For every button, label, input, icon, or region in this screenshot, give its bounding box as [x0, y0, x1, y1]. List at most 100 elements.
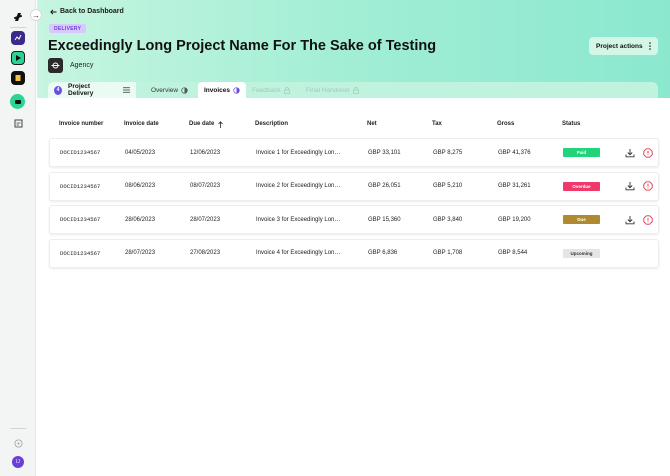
alert-octagon-icon — [643, 214, 653, 225]
sidebar-divider — [10, 27, 26, 28]
net-amount: GBP 26,051 — [368, 183, 401, 189]
invoice-number: DOCID1234567 — [60, 149, 101, 156]
tab-bar: 4 Project Delivery Overview Invoices Fee… — [48, 82, 658, 98]
invoice-date: 28/06/2023 — [125, 216, 156, 223]
invoice-date: 04/05/2023 — [125, 149, 156, 156]
description: Invoice 3 for Exceedingly Lon… — [256, 216, 341, 223]
invoice-number: DOCID1234567 — [60, 249, 101, 257]
lock-icon — [353, 86, 359, 94]
sort-ascending-icon — [218, 120, 224, 128]
status-badge: Upcoming — [563, 248, 600, 258]
alert-octagon-icon — [643, 181, 653, 191]
description: Invoice 4 for Exceedingly Lon… — [256, 250, 341, 256]
menu-icon — [122, 87, 130, 93]
column-header-invoice-number[interactable]: Invoice number — [59, 116, 103, 132]
sidebar-item-reports[interactable] — [11, 116, 25, 130]
table-row[interactable]: DOCID1234567 28/06/2023 28/07/2023 Invoi… — [49, 205, 659, 234]
gross-amount: GBP 19,200 — [498, 216, 531, 223]
description: Invoice 1 for Exceedingly Lon… — [256, 149, 341, 156]
due-date: 28/07/2023 — [190, 216, 221, 223]
sidebar: IJ — [0, 0, 36, 476]
invoice-date: 28/07/2023 — [125, 250, 156, 256]
arrow-left-icon — [50, 8, 57, 15]
column-header-gross[interactable]: Gross — [497, 116, 514, 132]
column-header-due-date[interactable]: Due date — [189, 116, 224, 132]
table-row[interactable]: DOCID1234567 04/05/2023 12/06/2023 Invoi… — [49, 138, 659, 167]
download-button[interactable] — [625, 139, 635, 166]
sidebar-divider — [10, 428, 26, 429]
sidebar-item-analytics[interactable] — [11, 31, 25, 45]
invoice-number: DOCID1234567 — [60, 216, 101, 223]
column-header-description[interactable]: Description — [255, 116, 288, 132]
tab-invoices[interactable]: Invoices — [198, 82, 247, 98]
dispute-button[interactable] — [643, 139, 653, 166]
tab-overview-label: Overview — [151, 86, 179, 94]
tax-amount: GBP 3,840 — [433, 216, 463, 223]
dispute-button[interactable] — [643, 173, 653, 200]
inbox-icon — [14, 99, 21, 104]
due-date-header-label: Due date — [189, 121, 215, 127]
phase-selector[interactable]: 4 Project Delivery — [48, 82, 136, 98]
table-row[interactable]: DOCID1234567 08/06/2023 08/07/2023 Invoi… — [49, 171, 659, 201]
collapse-sidebar-button[interactable]: → — [30, 9, 42, 21]
tab-final-handover: Final Handover — [300, 82, 365, 98]
gross-amount: GBP 41,376 — [498, 149, 531, 156]
gross-amount: GBP 8,544 — [498, 250, 528, 256]
agency-name: Agency — [70, 62, 94, 69]
back-to-dashboard-link[interactable]: Back to Dashboard — [50, 8, 124, 15]
app-logo-icon[interactable] — [11, 10, 25, 24]
report-icon — [14, 119, 22, 127]
project-actions-button[interactable]: Project actions — [589, 37, 658, 55]
column-header-invoice-date[interactable]: Invoice date — [124, 116, 159, 132]
chart-icon — [14, 34, 22, 41]
phase-label: Project Delivery — [68, 83, 94, 97]
due-date: 08/07/2023 — [190, 183, 221, 189]
page-title: Exceedingly Long Project Name For The Sa… — [48, 38, 437, 54]
status-cell: Overdue — [563, 173, 600, 200]
status-cell: Paid — [563, 139, 600, 166]
column-header-tax[interactable]: Tax — [432, 116, 442, 132]
column-header-net[interactable]: Net — [367, 116, 377, 132]
help-icon[interactable] — [11, 436, 25, 450]
tax-amount: GBP 5,210 — [433, 183, 463, 189]
table-row[interactable]: DOCID1234567 28/07/2023 27/08/2023 Invoi… — [49, 238, 659, 268]
dispute-button[interactable] — [643, 206, 653, 233]
download-button[interactable] — [625, 173, 635, 200]
description: Invoice 2 for Exceedingly Lon… — [256, 183, 341, 189]
sidebar-item-inbox[interactable] — [10, 94, 25, 109]
invoice-date: 08/06/2023 — [125, 183, 156, 189]
tax-amount: GBP 1,708 — [433, 250, 463, 256]
alert-octagon-icon — [643, 147, 653, 158]
more-vertical-icon — [648, 42, 651, 50]
gross-amount: GBP 31,261 — [498, 183, 531, 189]
progress-half-icon — [233, 86, 240, 94]
stage-badge: DELIVERY — [49, 24, 87, 33]
invoice-number: DOCID1234567 — [60, 182, 101, 190]
tab-feedback: Feedback — [246, 82, 296, 98]
tax-amount: GBP 8,275 — [433, 149, 463, 156]
due-date: 12/06/2023 — [190, 149, 221, 156]
sidebar-item-documents[interactable] — [11, 71, 25, 85]
project-actions-label: Project actions — [596, 42, 643, 50]
net-amount: GBP 6,836 — [368, 250, 398, 256]
status-badge: Due — [563, 215, 600, 224]
tab-overview[interactable]: Overview — [145, 82, 194, 98]
step-number-badge: 4 — [54, 85, 63, 95]
progress-half-icon — [181, 86, 188, 94]
tab-invoices-label: Invoices — [204, 86, 231, 94]
lock-icon — [283, 86, 290, 94]
download-icon — [625, 215, 635, 224]
download-icon — [625, 182, 635, 191]
net-amount: GBP 33,101 — [368, 149, 401, 156]
agency-logo-icon — [48, 58, 63, 73]
tab-feedback-label: Feedback — [252, 86, 281, 94]
table-header: Invoice number Invoice date Due date Des… — [49, 116, 659, 132]
back-link-label: Back to Dashboard — [60, 8, 124, 15]
tab-final-handover-label: Final Handover — [306, 86, 351, 94]
user-avatar[interactable]: IJ — [12, 456, 24, 468]
net-amount: GBP 15,360 — [368, 216, 401, 223]
invoices-table: Invoice number Invoice date Due date Des… — [49, 116, 659, 272]
column-header-status[interactable]: Status — [562, 116, 580, 132]
sidebar-item-projects[interactable] — [11, 51, 25, 65]
download-button[interactable] — [625, 206, 635, 233]
